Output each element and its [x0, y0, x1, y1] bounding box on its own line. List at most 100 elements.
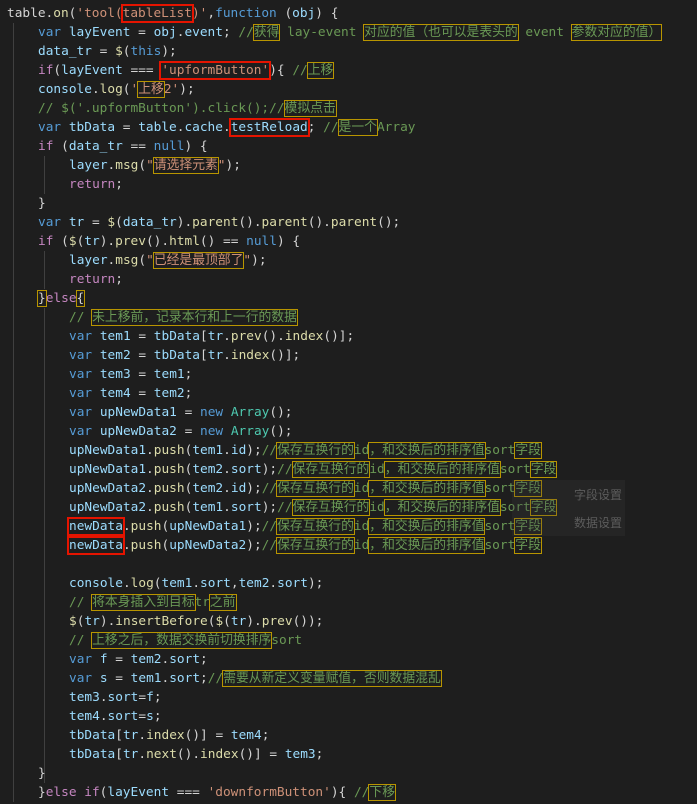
code-token: tem2 [153, 386, 185, 401]
code-token: upNewData1 [99, 405, 177, 420]
code-line[interactable]: upNewData2.push(tem2.id);//保存互换行的id，和交换后… [69, 479, 542, 498]
code-line[interactable]: newData.push(upNewData1);//保存互换行的id，和交换后… [67, 517, 542, 536]
code-line[interactable]: $(tr).insertBefore($(tr).prev()); [69, 612, 323, 631]
code-line[interactable]: var s = tem1.sort;//需要从新定义变量赋值，否则数据混乱 [69, 669, 442, 688]
code-token: ; [315, 747, 324, 762]
code-line[interactable]: if ($(tr).prev().html() == null) { [38, 232, 300, 251]
code-token: data_tr [38, 44, 92, 59]
code-token: Array [230, 405, 270, 420]
code-line[interactable]: data_tr = $(this); [38, 42, 177, 61]
code-line[interactable]: var tbData = table.cache.testReload; //是… [38, 118, 416, 137]
code-token: ; [153, 690, 162, 705]
code-token: = [130, 25, 154, 40]
code-token: = [84, 215, 108, 230]
code-line[interactable]: var upNewData1 = new Array(); [69, 403, 292, 422]
code-token: event [184, 25, 223, 40]
code-token: } [37, 290, 47, 307]
code-token: 需要从新定义变量赋值，否则数据混乱 [222, 670, 442, 687]
code-line[interactable]: table.on('tool(tableList)',function (obj… [7, 4, 338, 23]
code-token: // [261, 443, 278, 458]
code-token: sort [499, 462, 531, 477]
code-editor[interactable]: table.on('tool(tableList)',function (obj… [0, 0, 697, 804]
code-token: 已经是最顶部了 [152, 252, 245, 269]
code-token: 字段 [529, 461, 558, 478]
code-token: tr [122, 728, 139, 743]
code-line[interactable]: // $('.upformButton').click();//模拟点击 [38, 99, 337, 118]
code-token: 上移之后，数据交换前切换排序 [91, 632, 273, 649]
code-line[interactable]: var layEvent = obj.event; //获得 lay-event… [38, 23, 663, 42]
code-line[interactable]: }else{ [37, 289, 86, 308]
code-token: 上移 [306, 62, 335, 79]
code-token: html [169, 234, 200, 249]
code-line[interactable]: // 上移之后，数据交换前切换排序sort [69, 631, 302, 650]
code-token: } [38, 196, 46, 211]
code-token: sort [107, 709, 139, 724]
code-token: tr [122, 747, 139, 762]
code-token: ) { [184, 139, 208, 154]
code-line[interactable]: tem4.sort=s; [69, 707, 162, 726]
code-token: console [69, 576, 123, 591]
code-line[interactable]: upNewData1.push(tem2.sort);//保存互换行的id，和交… [69, 460, 558, 479]
code-line[interactable]: newData.push(upNewData2);//保存互换行的id，和交换后… [67, 536, 542, 555]
code-token: tr [230, 614, 247, 629]
code-line[interactable]: var tem3 = tem1; [69, 365, 192, 384]
code-line[interactable]: console.log(tem1.sort,tem2.sort); [69, 574, 323, 593]
code-line[interactable]: layer.msg("已经是最顶部了"); [69, 251, 267, 270]
code-line[interactable]: tbData[tr.next().index()] = tem3; [69, 745, 323, 764]
code-line[interactable]: // 未上移前，记录本行和上一行的数据 [69, 308, 298, 327]
code-token: ; [184, 367, 193, 382]
code-token: table [138, 120, 177, 135]
code-token: id [353, 519, 370, 534]
code-token: === [122, 63, 162, 78]
code-token: tem3 [284, 747, 316, 762]
code-line[interactable]: var tem1 = tbData[tr.prev().index()]; [69, 327, 354, 346]
code-token: { [75, 290, 86, 307]
code-token: if [38, 139, 54, 154]
code-token: ). [246, 614, 262, 629]
code-token: . [146, 500, 154, 515]
code-token: upNewData2 [69, 481, 147, 496]
code-token: ) { [315, 6, 339, 21]
code-token: upNewData1 [69, 462, 147, 477]
code-line[interactable]: console.log('上移2'); [38, 80, 195, 99]
code-token: ()); [292, 614, 324, 629]
code-token: 保存互换行的 [276, 442, 355, 459]
code-token: msg [115, 253, 139, 268]
code-token: 上移 [137, 81, 165, 98]
code-token: ，和交换后的排序值 [383, 499, 501, 516]
code-token: 参数对应的值） [570, 24, 663, 41]
code-token: [ [200, 329, 208, 344]
code-line[interactable]: layer.msg("请选择元素"); [69, 156, 241, 175]
code-line[interactable]: return; [69, 175, 123, 194]
code-line[interactable]: var tem2 = tbData[tr.index()]; [69, 346, 300, 365]
highlighted-token: tableList [120, 4, 194, 23]
code-line[interactable]: tbData[tr.index()] = tem4; [69, 726, 269, 745]
code-token: . [269, 576, 278, 591]
code-line[interactable]: upNewData2.push(tem1.sort);//保存互换行的id，和交… [69, 498, 558, 517]
code-token: // [261, 538, 278, 553]
code-line[interactable]: } [38, 764, 46, 783]
code-line[interactable]: }else if(layEvent === 'downformButton'){… [38, 783, 396, 802]
code-line[interactable]: return; [69, 270, 123, 289]
code-line[interactable]: var upNewData2 = new Array(); [69, 422, 292, 441]
code-token: . [223, 443, 231, 458]
code-token: ; [115, 272, 123, 287]
code-line[interactable]: if(layEvent === 'upformButton'){ //上移 [38, 61, 335, 80]
code-token: push [153, 462, 185, 477]
code-token: $ [107, 215, 116, 230]
code-token: ){ [330, 785, 354, 800]
code-line[interactable]: var tr = $(data_tr).parent().parent().pa… [38, 213, 400, 232]
code-token: ( [138, 158, 147, 173]
code-line[interactable]: upNewData1.push(tem1.id);//保存互换行的id，和交换后… [69, 441, 542, 460]
code-line[interactable]: var f = tem2.sort; [69, 650, 208, 669]
code-token: , [230, 576, 239, 591]
code-line[interactable]: } [38, 194, 46, 213]
code-line[interactable]: if (data_tr == null) { [38, 137, 208, 156]
code-line[interactable]: tem3.sort=f; [69, 688, 162, 707]
code-token: obj [153, 25, 177, 40]
code-token: id [353, 481, 370, 496]
code-line[interactable]: var tem4 = tem2; [69, 384, 192, 403]
code-token: ; [261, 728, 270, 743]
code-token: ; [200, 671, 208, 686]
code-line[interactable]: // 将本身插入到目标tr之前 [69, 593, 237, 612]
